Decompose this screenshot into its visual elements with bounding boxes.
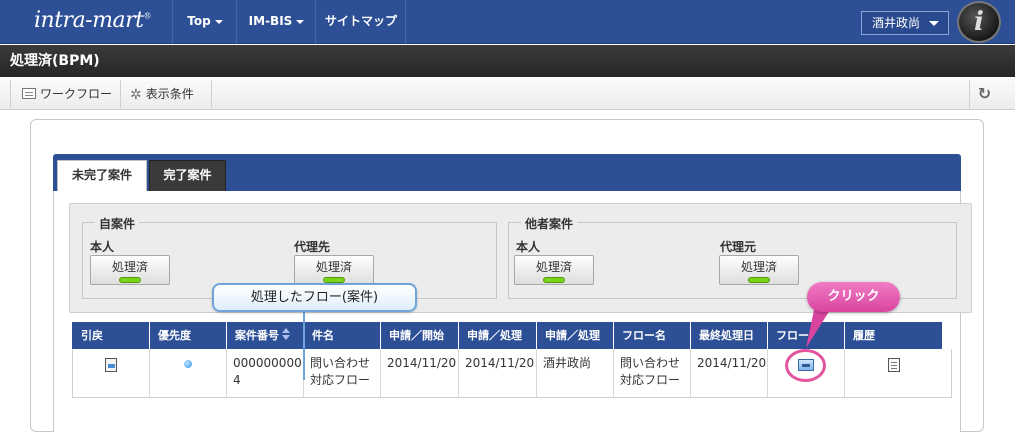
chevron-down-icon — [929, 21, 939, 26]
click-highlight-ring — [785, 349, 826, 382]
sort-icon — [282, 328, 290, 340]
others-matters-legend: 他者案件 — [521, 215, 578, 232]
history-cell — [845, 349, 943, 397]
others-self-label: 本人 — [516, 240, 541, 254]
nav-divider — [172, 0, 173, 44]
pullback-icon[interactable] — [105, 358, 117, 372]
toolbar: ワークフロー ✲ 表示条件 — [0, 78, 1015, 110]
matter-number-cell: 000000000 4 — [227, 349, 304, 397]
workflow-icon — [22, 88, 36, 99]
user-menu-button[interactable]: 酒井政尚 — [861, 11, 949, 35]
processor-cell: 酒井政尚 — [537, 349, 614, 397]
gear-icon: ✲ — [130, 87, 142, 103]
column-header-last-processed: 最終処理日 — [691, 322, 768, 349]
column-header-apply-start: 申請／開始 — [381, 322, 459, 349]
last-processed-cell: 2014/11/20 — [691, 349, 768, 397]
priority-cell — [150, 349, 227, 397]
chevron-down-icon — [214, 19, 223, 24]
column-header-matter-number[interactable]: 案件番号 — [227, 322, 304, 349]
matter-name-cell: 問い合わせ 対応フロー — [304, 349, 381, 397]
column-header-apply-processor-2: 申請／処理 — [537, 322, 614, 349]
others-proxy-source-label: 代理元 — [720, 240, 757, 254]
nav-im-bis[interactable]: IM-BIS — [238, 0, 315, 44]
own-matters-legend: 自案件 — [95, 215, 140, 232]
refresh-icon[interactable]: ↻ — [969, 80, 999, 108]
pullback-cell — [73, 349, 150, 397]
nav-sitemap[interactable]: サイトマップ — [317, 0, 405, 44]
page-title: 処理済(BPM) — [0, 45, 1015, 77]
click-callout: クリック — [807, 282, 900, 312]
toolbar-separator — [10, 80, 11, 108]
column-header-flow-name: フロー名 — [614, 322, 691, 349]
status-lamp-icon — [748, 277, 770, 283]
tab-complete[interactable]: 完了案件 — [149, 160, 226, 191]
priority-dot-icon — [184, 360, 192, 368]
apply-date-cell: 2014/11/20 — [381, 349, 459, 397]
others-proxy-source-processed-button[interactable]: 処理済 — [719, 255, 799, 285]
processed-flow-callout: 処理したフロー(案件) — [212, 283, 417, 312]
nav-divider — [315, 0, 316, 44]
nav-divider — [405, 0, 406, 44]
toolbar-separator — [211, 80, 212, 108]
status-lamp-icon — [119, 277, 141, 283]
own-self-processed-button[interactable]: 処理済 — [90, 255, 170, 285]
process-date-cell: 2014/11/20 — [459, 349, 537, 397]
others-self-processed-button[interactable]: 処理済 — [514, 255, 594, 285]
status-lamp-icon — [543, 277, 565, 283]
display-conditions-button[interactable]: ✲ 表示条件 — [130, 82, 194, 106]
own-proxy-label: 代理先 — [294, 240, 331, 254]
chevron-down-icon — [296, 19, 305, 24]
nav-divider — [236, 0, 237, 44]
nav-top[interactable]: Top — [174, 0, 236, 44]
column-header-matter-name: 件名 — [304, 322, 381, 349]
flow-name-cell: 問い合わせ 対応フロー — [614, 349, 691, 397]
top-nav-bar: intra-mart® Top IM-BIS サイトマップ 酒井政尚 i — [0, 0, 1015, 44]
intra-mart-logo[interactable]: intra-mart® — [34, 8, 151, 36]
workflow-button[interactable]: ワークフロー — [22, 82, 112, 106]
column-header-pullback: 引戻 — [73, 322, 150, 349]
tab-incomplete[interactable]: 未完了案件 — [57, 160, 147, 191]
processed-flow-callout-pointer — [303, 310, 305, 380]
own-self-label: 本人 — [90, 240, 115, 254]
column-header-history: 履歴 — [853, 329, 875, 342]
avatar[interactable]: i — [957, 1, 1001, 43]
column-header-priority: 優先度 — [150, 322, 227, 349]
column-header-apply-processor: 申請／処理 — [459, 322, 537, 349]
history-icon[interactable] — [888, 358, 900, 372]
toolbar-separator — [120, 80, 121, 108]
own-proxy-processed-button[interactable]: 処理済 — [294, 255, 374, 285]
